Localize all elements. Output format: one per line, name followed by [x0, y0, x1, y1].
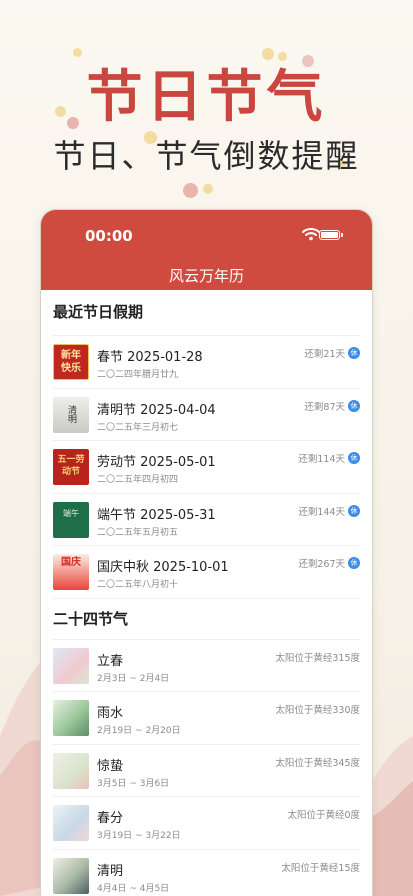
holiday-countdown: 还剩21天	[304, 349, 345, 360]
solar-term-row-yushui[interactable]: 雨水 2月19日 ~ 2月20日 太阳位于黄经330度	[53, 692, 360, 745]
holiday-title: 端午节 2025-05-31	[97, 507, 216, 523]
holiday-row-labor-day[interactable]: 五一劳动节 劳动节 2025-05-01 二〇二五年四月初四 还剩114天 休	[53, 441, 360, 494]
status-time: 00:00	[85, 227, 133, 245]
phone-screen: 00:00 风云万年历 最近节日假期 新年快乐 春节 2025-01-28 二〇…	[40, 209, 373, 896]
yushui-thumbnail	[53, 700, 89, 736]
solar-longitude: 太阳位于黄经0度	[287, 810, 360, 821]
rest-day-badge: 休	[348, 504, 360, 517]
hero-title: 节日节气	[86, 64, 327, 130]
holiday-row-national-day[interactable]: 国庆 国庆中秋 2025-10-01 二〇二五年八月初十 还剩267天 休	[53, 546, 360, 599]
solar-term-list: 立春 2月3日 ~ 2月4日 太阳位于黄经315度 雨水 2月19日 ~ 2月2…	[53, 638, 360, 896]
rest-day-badge: 休	[348, 452, 360, 464]
decor-dot	[183, 183, 198, 198]
spring-festival-thumbnail: 新年快乐	[53, 344, 89, 380]
holiday-title: 国庆中秋 2025-10-01	[97, 560, 229, 575]
solar-term-dates: 3月5日 ~ 3月6日	[97, 778, 170, 789]
holiday-title: 清明节 2025-04-04	[97, 402, 216, 418]
lichun-thumbnail	[53, 647, 89, 684]
holiday-countdown: 还剩144天	[298, 506, 345, 518]
holiday-title: 劳动节 2025-05-01	[97, 455, 216, 470]
holiday-countdown-wrap: 还剩21天 休	[304, 346, 360, 360]
solar-term-dates: 2月3日 ~ 2月4日	[97, 673, 170, 684]
holiday-countdown-wrap: 还剩114天 休	[298, 451, 360, 465]
holidays-section-title: 最近节日假期	[53, 303, 144, 321]
battery-tip-icon	[341, 233, 343, 237]
decor-dot	[203, 184, 213, 194]
holiday-lunar-date: 二〇二五年三月初七	[97, 422, 179, 433]
thumb-text: 国庆	[61, 557, 81, 568]
national-day-thumbnail: 国庆	[53, 554, 89, 590]
holiday-lunar-date: 二〇二四年腊月廿九	[97, 370, 179, 380]
hero-subtitle: 节日、节气倒数提醒	[53, 137, 360, 175]
solar-term-title: 清明	[97, 863, 124, 879]
solar-longitude: 太阳位于黄经315度	[275, 652, 360, 664]
qingming-term-thumbnail	[53, 857, 89, 894]
holiday-row-spring-festival[interactable]: 新年快乐 春节 2025-01-28 二〇二四年腊月廿九 还剩21天 休	[53, 336, 360, 389]
holiday-lunar-date: 二〇二五年四月初四	[97, 475, 179, 485]
solar-longitude: 太阳位于黄经345度	[275, 757, 360, 769]
holiday-lunar-date: 二〇二五年八月初十	[97, 580, 179, 590]
dragon-boat-thumbnail: 端午	[53, 501, 89, 538]
chunfen-thumbnail	[53, 805, 89, 841]
holiday-lunar-date: 二〇二五年五月初五	[97, 527, 179, 538]
labor-day-thumbnail: 五一劳动节	[53, 449, 89, 485]
rest-day-badge: 休	[348, 399, 360, 412]
thumb-text: 端午	[63, 508, 79, 518]
nav-title: 风云万年历	[168, 267, 244, 285]
solar-terms-section-title: 二十四节气	[53, 609, 129, 628]
solar-term-dates: 3月19日 ~ 3月22日	[97, 831, 181, 841]
holiday-countdown-wrap: 还剩144天 休	[298, 504, 360, 518]
solar-term-title: 雨水	[97, 706, 124, 721]
solar-term-dates: 4月4日 ~ 4月5日	[97, 883, 170, 894]
holiday-title: 春节 2025-01-28	[97, 350, 203, 365]
solar-term-title: 春分	[97, 811, 124, 826]
holiday-list: 新年快乐 春节 2025-01-28 二〇二四年腊月廿九 还剩21天 休 清明 …	[53, 335, 360, 599]
thumb-text: 清明	[66, 404, 76, 423]
holiday-countdown-wrap: 还剩267天 休	[298, 556, 360, 570]
holiday-countdown-wrap: 还剩87天 休	[304, 399, 360, 413]
holiday-countdown: 还剩267天	[298, 559, 345, 570]
qingming-thumbnail: 清明	[53, 396, 89, 433]
thumb-text: 五一劳动节	[57, 455, 85, 477]
holiday-countdown: 还剩87天	[304, 401, 345, 413]
solar-longitude: 太阳位于黄经330度	[275, 705, 360, 716]
solar-term-row-lichun[interactable]: 立春 2月3日 ~ 2月4日 太阳位于黄经315度	[53, 640, 360, 692]
solar-term-title: 惊蛰	[97, 758, 124, 774]
solar-longitude: 太阳位于黄经15度	[281, 862, 360, 874]
thumb-text: 新年快乐	[61, 350, 81, 374]
holiday-row-dragon-boat[interactable]: 端午 端午节 2025-05-31 二〇二五年五月初五 还剩144天 休	[53, 494, 360, 546]
app-header: 00:00 风云万年历	[41, 210, 372, 290]
solar-term-row-chunfen[interactable]: 春分 3月19日 ~ 3月22日 太阳位于黄经0度	[53, 797, 360, 850]
solar-term-title: 立春	[97, 653, 124, 669]
rest-day-badge: 休	[348, 557, 360, 569]
solar-term-dates: 2月19日 ~ 2月20日	[97, 726, 181, 736]
rest-day-badge: 休	[348, 347, 360, 359]
jingzhe-thumbnail	[53, 752, 89, 789]
wifi-icon	[302, 228, 320, 241]
solar-term-row-jingzhe[interactable]: 惊蛰 3月5日 ~ 3月6日 太阳位于黄经345度	[53, 745, 360, 797]
solar-term-row-qingming[interactable]: 清明 4月4日 ~ 4月5日 太阳位于黄经15度	[53, 850, 360, 896]
holiday-row-qingming[interactable]: 清明 清明节 2025-04-04 二〇二五年三月初七 还剩87天 休	[53, 389, 360, 441]
holiday-countdown: 还剩114天	[298, 454, 345, 465]
battery-icon	[319, 230, 340, 240]
